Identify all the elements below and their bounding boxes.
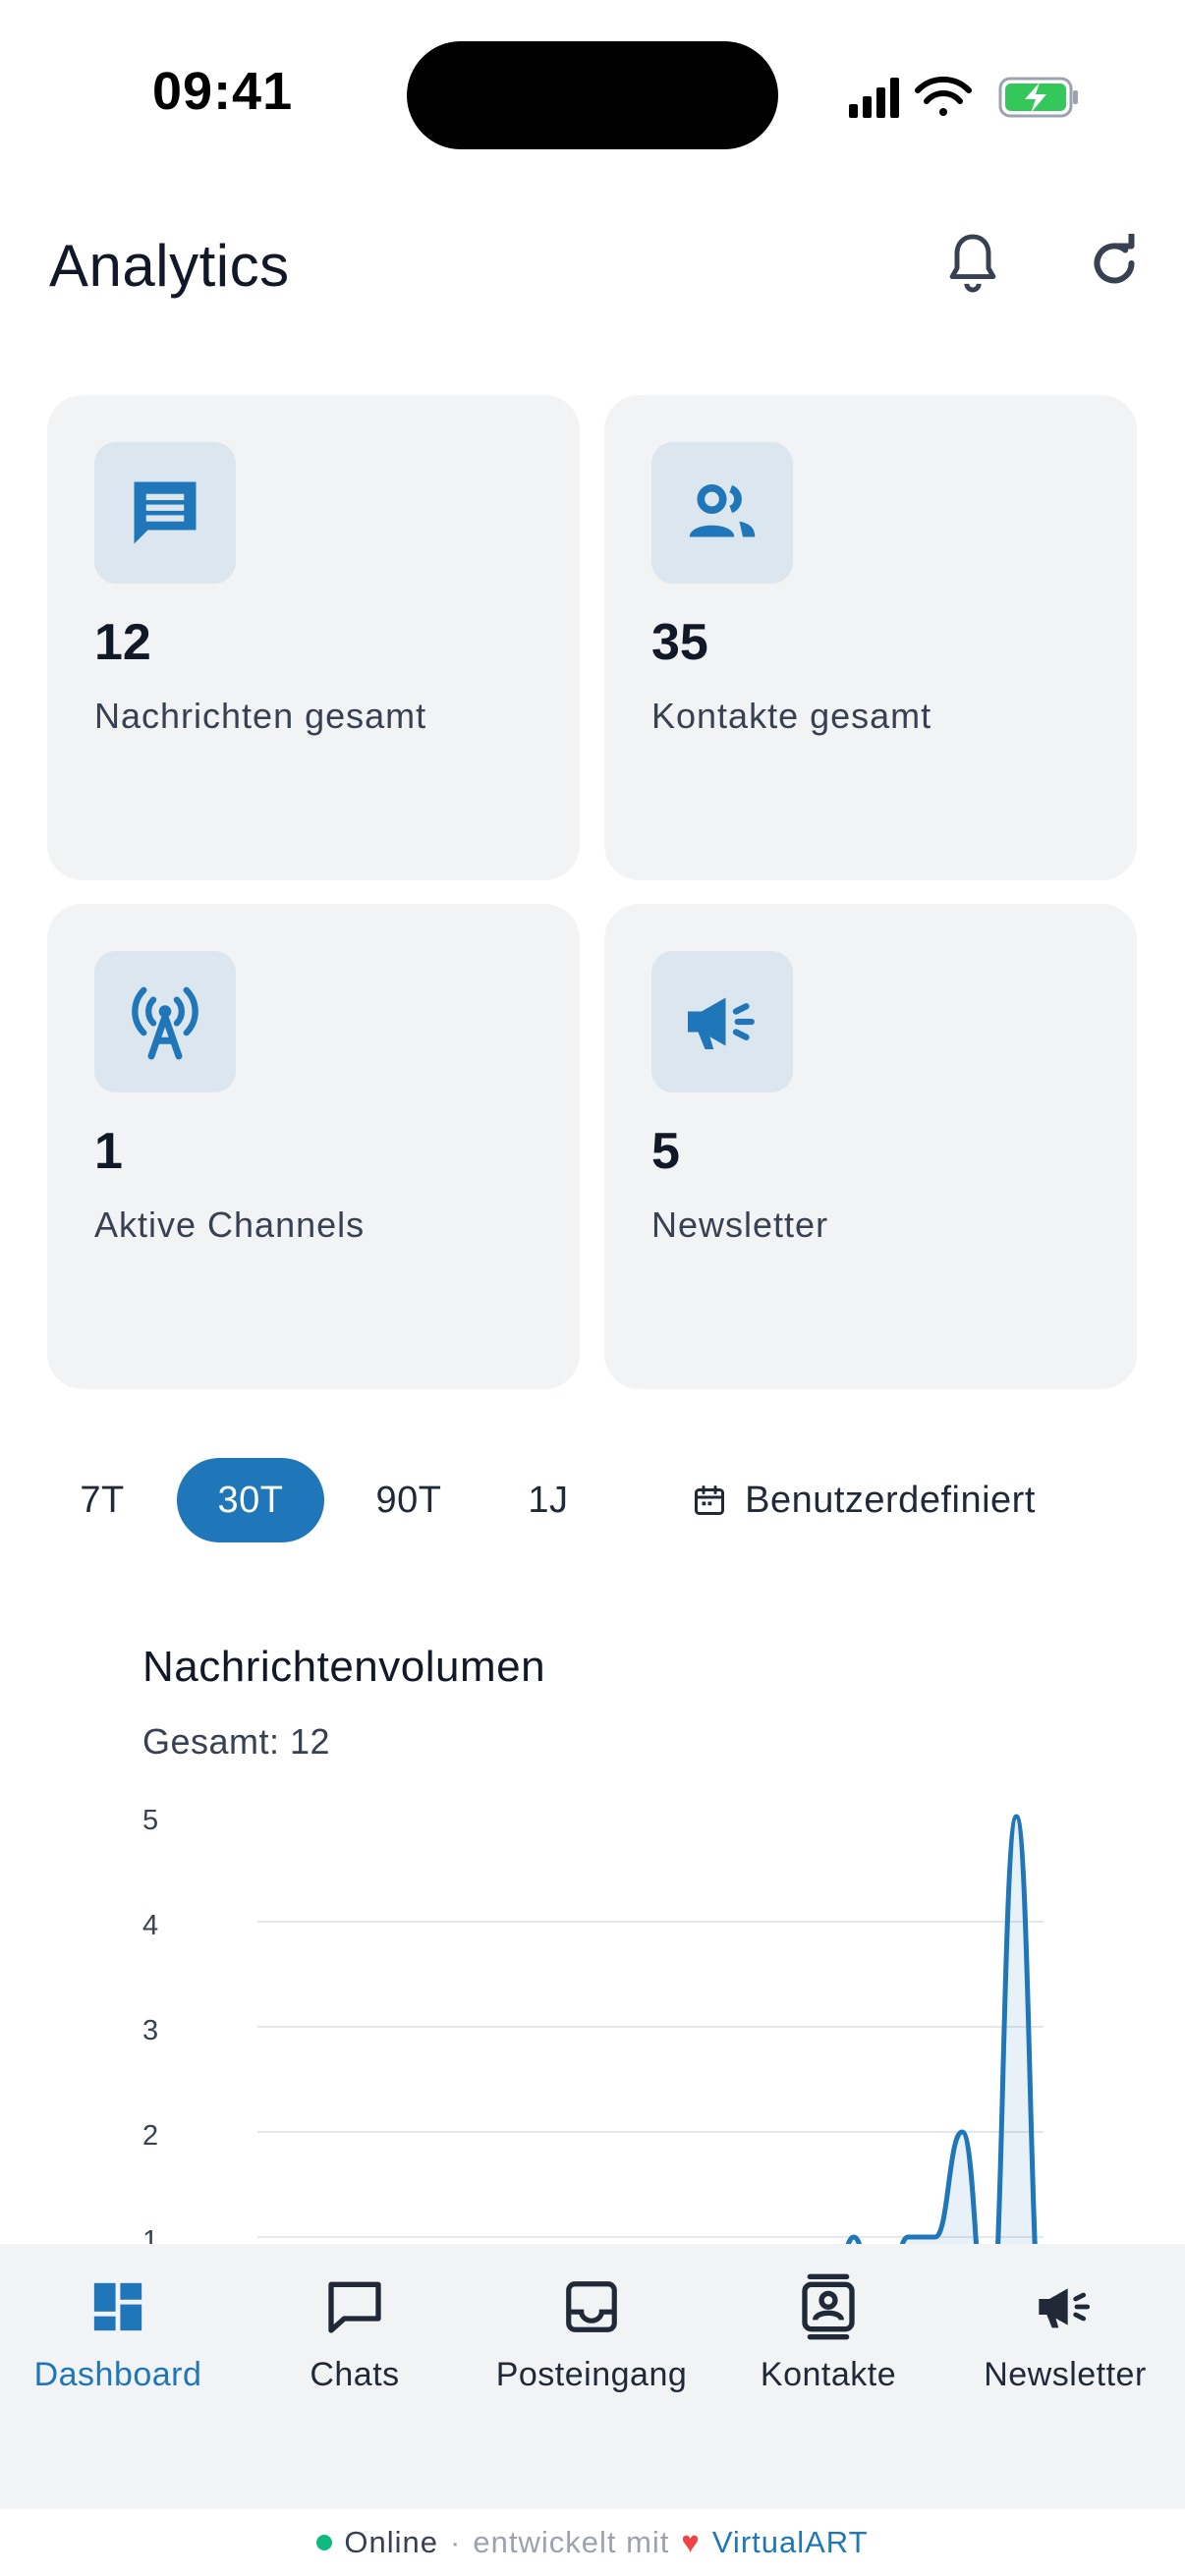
inbox-icon — [556, 2271, 627, 2342]
footer-dev-text: entwickelt mit — [473, 2525, 670, 2559]
page-title: Analytics — [49, 233, 290, 299]
wifi-icon — [915, 76, 972, 116]
heart-icon: ♥ — [681, 2525, 701, 2559]
antenna-icon — [132, 986, 198, 1060]
chart-y-tick-label: 1 — [142, 2225, 158, 2244]
nav-label: Newsletter — [984, 2356, 1147, 2393]
refresh-icon — [1094, 234, 1135, 284]
range-chip-1j[interactable]: 1J — [493, 1458, 603, 1542]
dashboard-icon — [83, 2271, 153, 2342]
chart-y-tick-label: 3 — [142, 2015, 158, 2046]
stat-card-newsletter[interactable]: 5 Newsletter — [604, 904, 1137, 1389]
stat-value: 5 — [651, 1123, 680, 1180]
stat-icon-box — [94, 951, 236, 1092]
megaphone-icon — [688, 997, 755, 1049]
nav-newsletter[interactable]: Newsletter — [947, 2271, 1183, 2419]
bell-icon — [949, 234, 996, 293]
range-chip-custom-label: Benutzerdefiniert — [745, 1479, 1036, 1521]
message-icon — [134, 481, 197, 544]
notifications-button[interactable] — [933, 224, 1012, 303]
stat-value: 35 — [651, 614, 708, 671]
stat-label: Kontakte gesamt — [651, 696, 932, 736]
nav-label: Kontakte — [760, 2356, 897, 2393]
chart-y-tick-label: 2 — [142, 2120, 158, 2152]
chart-title: Nachrichtenvolumen — [142, 1643, 546, 1691]
megaphone-icon — [1030, 2271, 1100, 2342]
stat-card-channels[interactable]: 1 Aktive Channels — [47, 904, 580, 1389]
online-status-dot — [316, 2535, 333, 2550]
dynamic-island — [407, 41, 778, 149]
footer: Online · entwickelt mit ♥ VirtualART — [0, 2509, 1185, 2576]
range-selector: 7T 30T 90T 1J Benutzerdefiniert — [49, 1458, 1136, 1542]
contacts-icon — [793, 2271, 864, 2342]
chart-y-tick-label: 5 — [142, 1805, 158, 1836]
stat-card-contacts[interactable]: 35 Kontakte gesamt — [604, 395, 1137, 880]
nav-label: Dashboard — [33, 2356, 202, 2393]
refresh-button[interactable] — [1075, 224, 1154, 303]
brand-link[interactable]: VirtualART — [712, 2525, 869, 2560]
range-chip-custom[interactable]: Benutzerdefiniert — [633, 1458, 1095, 1542]
nav-inbox[interactable]: Posteingang — [474, 2271, 709, 2419]
calendar-icon — [695, 1485, 725, 1515]
nav-dashboard[interactable]: Dashboard — [0, 2271, 236, 2419]
stat-label: Nachrichten gesamt — [94, 696, 427, 736]
stat-icon-box — [94, 442, 236, 584]
bottom-navigation: Dashboard Chats Posteingang Kontakte New… — [0, 2244, 1185, 2509]
status-bar: 09:41 — [0, 0, 1185, 187]
battery-icon — [998, 77, 1078, 118]
message-volume-chart: 5 4 3 2 1 — [142, 1805, 1044, 2244]
chart-series-line — [845, 1814, 1038, 2244]
range-chip-7t[interactable]: 7T — [49, 1458, 155, 1542]
stat-value: 1 — [94, 1123, 123, 1180]
stat-label: Aktive Channels — [94, 1204, 366, 1245]
nav-contacts[interactable]: Kontakte — [710, 2271, 946, 2419]
chart-area-fill — [257, 1817, 1044, 2244]
status-time: 09:41 — [152, 62, 294, 121]
status-icons — [849, 76, 1078, 118]
online-status: Online — [344, 2525, 439, 2559]
footer-separator: · — [450, 2525, 462, 2559]
range-chip-30t[interactable]: 30T — [177, 1458, 324, 1542]
nav-chats[interactable]: Chats — [237, 2271, 473, 2419]
chart-y-tick-label: 4 — [142, 1910, 158, 1941]
nav-label: Posteingang — [495, 2356, 688, 2393]
stat-icon-box — [651, 951, 793, 1092]
stat-value: 12 — [94, 614, 151, 671]
chat-icon — [319, 2271, 390, 2342]
range-chip-90t[interactable]: 90T — [344, 1458, 474, 1542]
users-icon — [689, 483, 756, 537]
stat-icon-box — [651, 442, 793, 584]
stat-label: Newsletter — [651, 1204, 829, 1245]
chart-subtitle: Gesamt: 12 — [142, 1721, 331, 1762]
nav-label: Chats — [310, 2356, 400, 2393]
signal-icon — [849, 78, 899, 118]
stat-card-messages[interactable]: 12 Nachrichten gesamt — [47, 395, 580, 880]
